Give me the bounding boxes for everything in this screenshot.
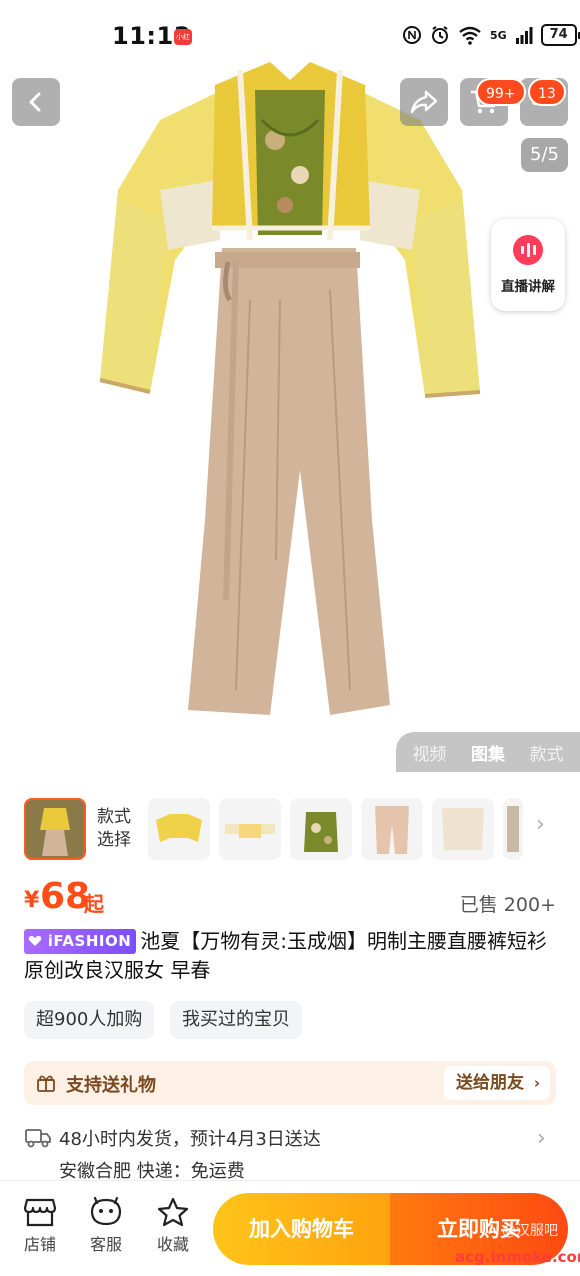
shipping-info[interactable]: 48小时内发货，预计4月3日送达 (59, 1125, 321, 1151)
brand-badge: iFASHION (24, 929, 137, 954)
image-counter: 5/5 (521, 138, 568, 172)
style-thumb-inner[interactable] (290, 798, 352, 860)
chip-added-to-cart[interactable]: 超900人加购 (24, 1001, 155, 1039)
gift-bar: 支持送礼物 送给朋友 › (24, 1061, 556, 1105)
customer-service-button[interactable]: 客服 (81, 1197, 131, 1255)
media-tabs: 视频 图集 款式 (396, 732, 580, 772)
gift-label: 支持送礼物 (66, 1075, 156, 1096)
add-to-cart-button[interactable]: 加入购物车 (213, 1193, 390, 1265)
style-thumb-skirt[interactable] (432, 798, 494, 860)
truck-icon (25, 1129, 51, 1148)
status-bar: 11:13 小红书 5G 74 (0, 0, 580, 72)
favorite-button[interactable]: 收藏 (148, 1197, 198, 1255)
price-symbol: ¥ (24, 888, 40, 913)
alarm-icon (430, 25, 450, 45)
chevron-left-icon (29, 92, 41, 112)
favorite-label: 收藏 (156, 1235, 189, 1254)
chevron-right-icon: › (533, 1074, 540, 1092)
live-explain-button[interactable]: 直播讲解 (491, 219, 565, 311)
product-image[interactable]: 11:13 小红书 5G 74 99+ 13 5/5 直播讲解 视频 图集 款式 (0, 0, 580, 772)
service-icon (90, 1197, 122, 1226)
product-title: iFASHION 池夏【万物有灵:玉成烟】明制主腰直腰裤短衫原创改良汉服女 早春 (24, 927, 558, 985)
star-icon (157, 1197, 189, 1227)
style-select-label[interactable]: 款式 选择 (97, 806, 131, 852)
live-label: 直播讲解 (501, 279, 555, 295)
sold-count: 已售 200+ (459, 894, 556, 916)
status-icons: 5G 74 (402, 24, 580, 46)
chevron-right-icon[interactable]: › (537, 1126, 546, 1151)
watermark-site: acg.inmoke.com (455, 1248, 580, 1266)
gift-icon (37, 1075, 55, 1092)
shop-icon (23, 1198, 57, 1227)
message-count-badge: 13 (528, 78, 566, 106)
price-row: ¥ 68 起 已售 200+ (24, 876, 556, 920)
style-thumb-trousers[interactable] (361, 798, 423, 860)
chevron-right-icon[interactable]: › (536, 812, 545, 837)
style-thumb-jacket[interactable] (148, 798, 210, 860)
price-suffix: 起 (84, 892, 104, 916)
send-to-friend-button[interactable]: 送给朋友 › (444, 1066, 550, 1100)
signal-icon (515, 26, 533, 44)
watermark-account: @汉服吧 (502, 1223, 558, 1239)
network-type: 5G (490, 28, 507, 42)
tab-gallery[interactable]: 图集 (471, 740, 505, 765)
style-thumb-more[interactable] (503, 798, 523, 860)
chip-bought-before[interactable]: 我买过的宝贝 (170, 1001, 302, 1039)
back-button[interactable] (12, 78, 60, 126)
tab-video[interactable]: 视频 (412, 740, 446, 765)
price-value: 68 (40, 876, 91, 917)
share-button[interactable] (400, 78, 448, 126)
tab-styles[interactable]: 款式 (530, 740, 564, 765)
style-thumb-selected[interactable] (24, 798, 86, 860)
cart-count-badge: 99+ (476, 78, 526, 106)
shop-label: 店铺 (23, 1235, 56, 1254)
share-icon (410, 90, 438, 114)
battery-indicator: 74 (540, 24, 580, 46)
style-thumb-top[interactable] (219, 798, 281, 860)
shop-button[interactable]: 店铺 (15, 1197, 65, 1255)
style-selector: 款式 选择 › (0, 792, 580, 866)
app-notification-icon: 小红书 (174, 29, 192, 57)
wifi-icon (458, 25, 482, 45)
heart-icon (28, 936, 42, 946)
live-icon (513, 235, 543, 265)
nfc-icon (402, 25, 422, 45)
service-label: 客服 (89, 1235, 122, 1254)
